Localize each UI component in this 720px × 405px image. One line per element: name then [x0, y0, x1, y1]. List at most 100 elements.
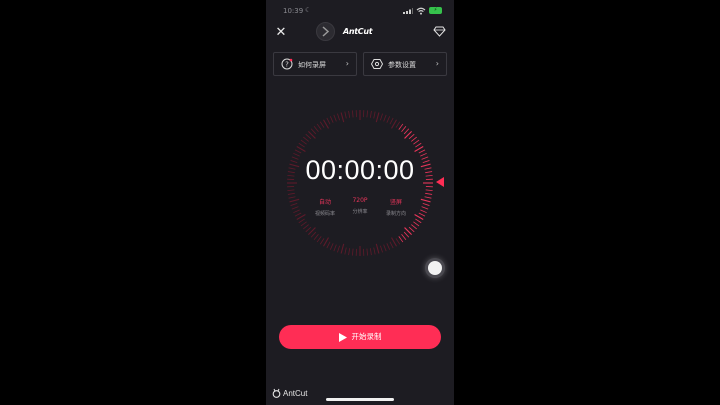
bitrate-setting: 自动 视频码率 — [305, 197, 345, 217]
dial-tick — [380, 113, 383, 121]
dial-pointer-icon — [436, 177, 444, 187]
dial-tick — [369, 248, 372, 256]
dial-tick — [408, 133, 415, 140]
dial-tick — [421, 206, 429, 210]
start-recording-button[interactable]: 开始录制 — [279, 325, 441, 349]
dial-tick — [294, 149, 302, 154]
settings-card[interactable]: 参数设置 › — [363, 52, 447, 76]
dial-tick — [305, 226, 312, 233]
timer-display: 00:00:00 — [305, 155, 415, 185]
chevron-right-icon: › — [345, 59, 349, 68]
how-to-record-card[interactable]: ? 如何录屏 › — [273, 52, 357, 76]
dial-tick — [380, 245, 383, 253]
dial-tick — [383, 114, 387, 122]
dial-tick — [296, 146, 306, 152]
dial-tick — [319, 238, 325, 245]
dial-tick — [303, 224, 309, 230]
resolution-setting: 720P 分辨率 — [340, 197, 380, 215]
dial-tick — [413, 139, 420, 145]
dial-tick — [351, 110, 354, 118]
floating-assistive-button[interactable] — [425, 258, 445, 278]
dial-tick — [300, 221, 307, 227]
resolution-value: 720P — [352, 197, 368, 204]
dial-tick — [418, 149, 426, 154]
dial-tick — [375, 243, 380, 254]
dial-tick — [289, 198, 300, 203]
dial-tick — [313, 234, 319, 240]
dial-tick — [337, 113, 340, 121]
dial-tick — [310, 128, 317, 135]
dial-tick — [323, 237, 329, 247]
app-header: ✕ AntCut — [266, 22, 454, 46]
dial-tick — [300, 139, 307, 145]
dial-tick — [366, 110, 369, 118]
question-icon: ? — [281, 58, 293, 70]
dial-tick — [403, 231, 410, 238]
dial-tick — [326, 117, 331, 125]
settings-icon — [371, 59, 383, 69]
dial-tick — [420, 209, 427, 214]
resolution-label: 分辨率 — [352, 209, 368, 215]
dial-tick — [303, 136, 309, 142]
dial-tick — [348, 110, 351, 118]
antcut-logo-icon — [272, 388, 281, 398]
dial-tick — [389, 117, 394, 125]
dial-tick — [340, 243, 345, 254]
dial-tick — [373, 247, 376, 255]
diamond-icon[interactable] — [433, 26, 446, 37]
dial-tick — [420, 198, 431, 203]
dial-tick — [411, 136, 417, 142]
dial-tick — [411, 224, 417, 230]
dial-tick — [298, 142, 305, 148]
dial-tick — [386, 243, 391, 250]
dial-tick — [316, 236, 322, 243]
dial-tick — [313, 126, 319, 132]
cellular-signal-icon — [403, 8, 413, 14]
dial-tick — [329, 243, 334, 250]
dial-tick — [287, 192, 295, 195]
dial-tick — [398, 236, 404, 243]
settings-label: 参数设置 — [388, 61, 416, 69]
orientation-label: 录制方向 — [385, 211, 406, 217]
moon-icon: ☾ — [305, 6, 312, 14]
dial-tick — [401, 126, 407, 132]
dial-tick — [337, 245, 340, 253]
play-icon — [338, 332, 347, 342]
status-bar: 10:39 ☾ ⚡ — [266, 0, 454, 22]
dial-tick — [425, 189, 433, 192]
dial-tick — [403, 128, 410, 135]
orientation-setting: 竖屏 录制方向 — [376, 197, 416, 217]
dial-tick — [298, 218, 305, 224]
dial-tick — [413, 221, 420, 227]
dial-tick — [391, 237, 397, 247]
dial-tick — [316, 123, 322, 130]
dial-tick — [294, 212, 302, 217]
orientation-value: 竖屏 — [389, 199, 402, 206]
dial-tick — [351, 248, 354, 256]
chevron-right-icon — [322, 26, 330, 37]
dial-tick — [329, 116, 334, 123]
dial-tick — [323, 119, 329, 129]
dial-tick — [418, 212, 426, 217]
dial-tick — [422, 203, 430, 206]
dial-tick — [369, 110, 372, 118]
wifi-icon — [416, 7, 426, 15]
dial-tick — [340, 112, 345, 123]
dial-tick — [305, 133, 312, 140]
dial-tick — [414, 146, 424, 152]
back-button[interactable] — [316, 22, 335, 41]
close-button[interactable]: ✕ — [274, 26, 288, 40]
start-recording-label: 开始录制 — [351, 332, 382, 341]
dial-tick — [424, 196, 432, 199]
dial-tick — [344, 247, 347, 255]
dial-tick — [348, 248, 351, 256]
svg-text:?: ? — [285, 61, 289, 69]
dial-tick — [415, 142, 422, 148]
dial-tick — [401, 234, 407, 240]
dial-tick — [344, 111, 347, 119]
antcut-watermark: AntCut — [272, 388, 307, 398]
home-indicator[interactable] — [326, 398, 394, 401]
dial-tick — [425, 192, 433, 195]
dial-tick — [415, 218, 422, 224]
chevron-right-icon: › — [435, 59, 439, 68]
